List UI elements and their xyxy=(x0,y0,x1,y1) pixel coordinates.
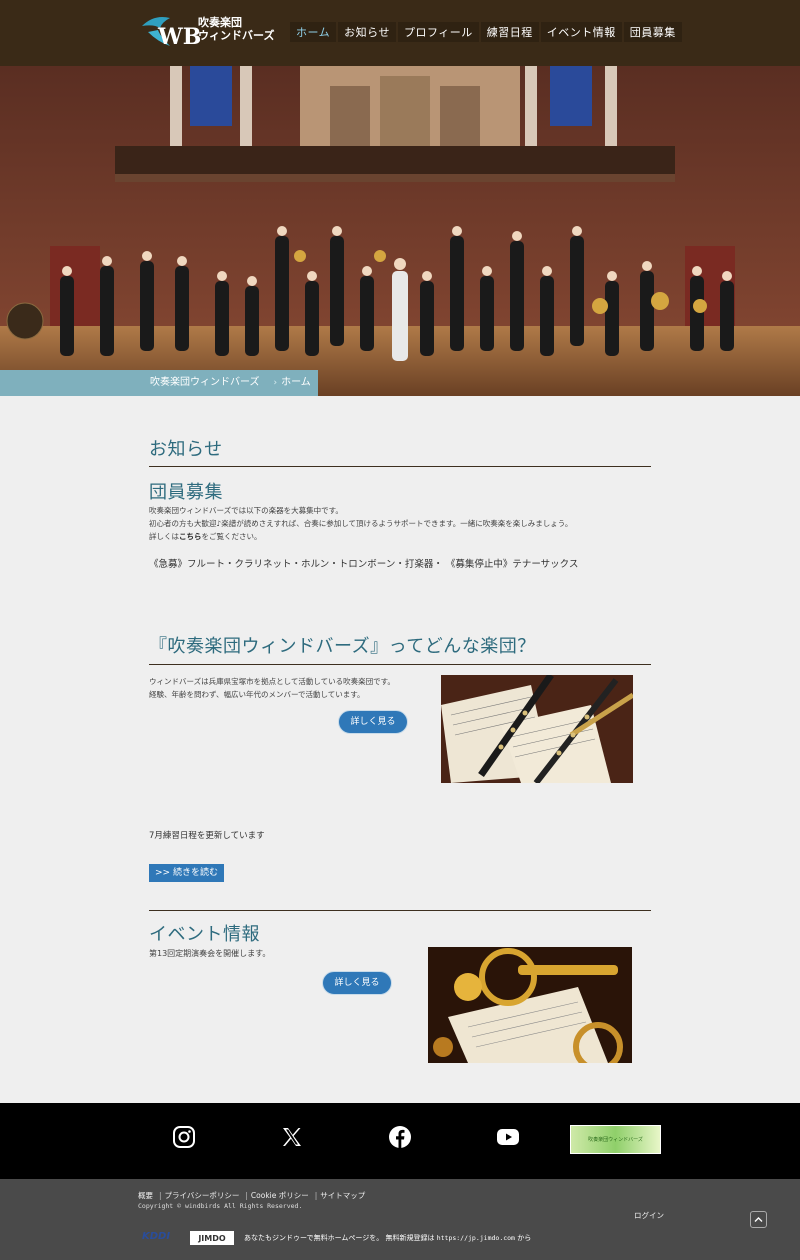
logo-text: 吹奏楽団 ウィンドバーズ xyxy=(198,16,275,42)
about-text: ウィンドバーズは兵庫県宝塚市を拠点として活動している吹奏楽団です。 経験、年齢を… xyxy=(149,677,395,699)
site-header: WB 吹奏楽団 ウィンドバーズ ホーム お知らせ プロフィール 練習日程 イベン… xyxy=(0,0,800,66)
breadcrumb-separator-icon: › xyxy=(273,378,278,388)
instagram-icon[interactable] xyxy=(172,1125,196,1149)
instruments-sheet-music-image xyxy=(441,675,633,783)
footer-link-cookie[interactable]: Cookie ポリシー xyxy=(251,1191,309,1200)
site-footer: 概要 | プライバシーポリシー | Cookie ポリシー | サイトマップ Copyrig… xyxy=(0,1179,800,1260)
jimdo-url-link[interactable]: https://jp.jimdo.com xyxy=(437,1234,515,1242)
nav-recruit[interactable]: 団員募集 xyxy=(623,22,682,42)
recruit-heading: 団員募集 xyxy=(149,482,223,503)
promo-banner[interactable]: 吹奏楽団ウィンドバーズ xyxy=(570,1125,661,1154)
nav-practice[interactable]: 練習日程 xyxy=(480,22,539,42)
read-more-button[interactable]: >> 続きを読む xyxy=(149,864,224,882)
breadcrumb: 吹奏楽団ウィンドバーズ › ホーム xyxy=(0,370,318,396)
hero-band-photo xyxy=(0,66,800,396)
copyright: Copyright © windbirds All Rights Reserve… xyxy=(138,1202,303,1210)
footer-link-sitemap[interactable]: サイトマップ xyxy=(320,1191,365,1200)
breadcrumb-current: ホーム xyxy=(281,377,311,388)
social-bar: 吹奏楽団ウィンドバーズ xyxy=(0,1103,800,1179)
news-divider xyxy=(149,466,651,467)
main-nav: ホーム お知らせ プロフィール 練習日程 イベント情報 団員募集 xyxy=(290,22,684,42)
events-divider xyxy=(149,910,651,911)
jimdo-logo[interactable]: JIMDO xyxy=(190,1231,234,1245)
nav-home[interactable]: ホーム xyxy=(290,22,337,42)
chevron-up-icon xyxy=(754,1217,763,1222)
brass-instruments-image xyxy=(428,947,632,1063)
youtube-icon[interactable] xyxy=(496,1125,520,1149)
back-to-top-button[interactable] xyxy=(750,1211,767,1228)
nav-events[interactable]: イベント情報 xyxy=(540,22,622,42)
jimdo-promo: あなたもジンドゥーで無料ホームページを。 無料新規登録は https://jp.… xyxy=(244,1234,532,1242)
update-text: 7月練習日程を更新しています xyxy=(149,831,265,841)
footer-link-privacy[interactable]: プライバシーポリシー xyxy=(165,1191,240,1200)
footer-link-overview[interactable]: 概要 xyxy=(138,1191,153,1200)
login-link[interactable]: ログイン xyxy=(634,1210,664,1221)
footer-links: 概要 | プライバシーポリシー | Cookie ポリシー | サイトマップ xyxy=(138,1191,366,1200)
svg-text:WB: WB xyxy=(157,24,200,50)
events-detail-button[interactable]: 詳しく見る xyxy=(322,971,392,995)
nav-profile[interactable]: プロフィール xyxy=(397,22,479,42)
recruit-text: 吹奏楽団ウィンドバーズでは以下の楽器を大募集中です。 初心者の方も大歓迎♪楽譜が… xyxy=(149,506,573,541)
recruit-instruments: 《急募》フルート・クラリネット・ホルン・トロンボーン・打楽器・ 《募集停止中》テ… xyxy=(149,559,579,570)
nav-news[interactable]: お知らせ xyxy=(338,22,396,42)
breadcrumb-site[interactable]: 吹奏楽団ウィンドバーズ xyxy=(150,377,260,388)
site-logo[interactable]: WB 吹奏楽団 ウィンドバーズ xyxy=(140,10,280,54)
kddi-logo[interactable]: KDDI xyxy=(142,1231,170,1242)
about-divider xyxy=(149,664,651,665)
news-heading: お知らせ xyxy=(149,439,223,460)
events-heading: イベント情報 xyxy=(149,924,260,945)
x-icon[interactable] xyxy=(280,1125,304,1149)
events-text: 第13回定期演奏会を開催します。 xyxy=(149,949,271,958)
about-heading: 『吹奏楽団ウィンドバーズ』ってどんな楽団？ xyxy=(149,636,536,657)
facebook-icon[interactable] xyxy=(388,1125,412,1149)
recruit-link[interactable]: こちら xyxy=(179,532,202,541)
about-detail-button[interactable]: 詳しく見る xyxy=(338,710,408,734)
logo-bird-icon: WB xyxy=(142,17,200,50)
